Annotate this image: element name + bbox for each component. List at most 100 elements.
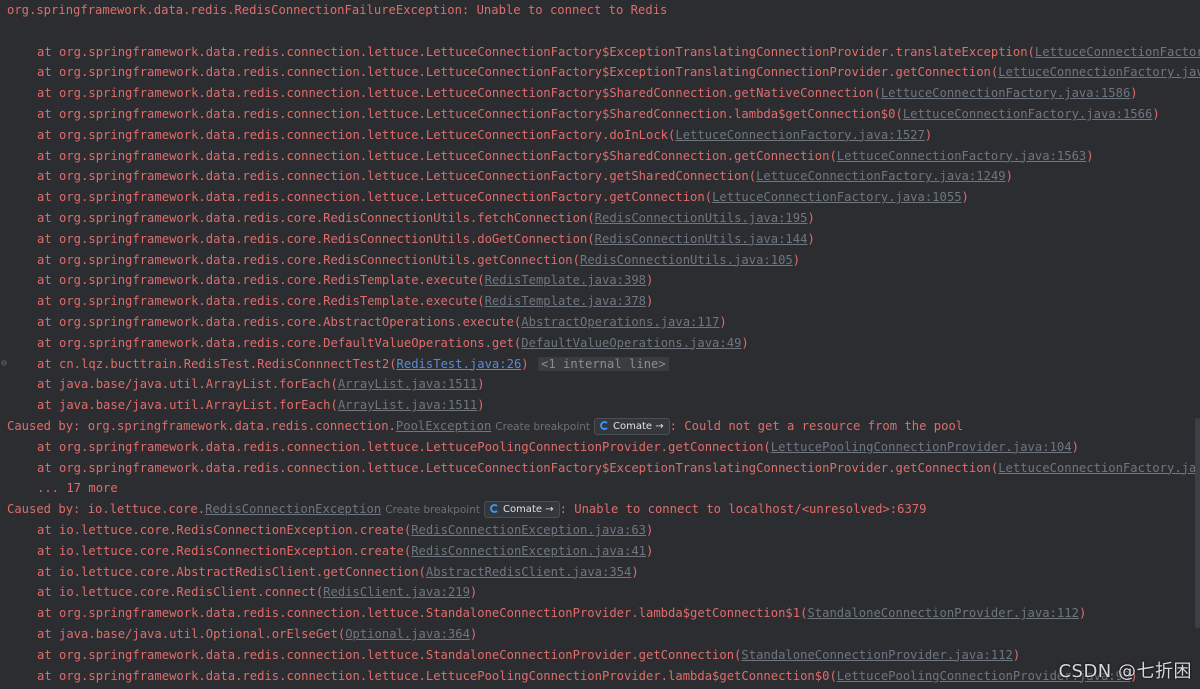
stack-frame-line: at org.springframework.data.redis.connec… bbox=[7, 458, 1200, 478]
source-link[interactable]: LettuceConnectionFactory.java:1734 bbox=[998, 461, 1200, 475]
source-link[interactable]: RedisConnectionException.java:41 bbox=[411, 544, 646, 558]
frame-suffix: ) bbox=[646, 543, 654, 558]
frame-method: at org.springframework.data.redis.core.R… bbox=[37, 252, 580, 267]
stack-frame-line: at io.lettuce.core.RedisConnectionExcept… bbox=[7, 541, 1200, 561]
frame-suffix: ) bbox=[961, 190, 969, 205]
stack-frame-line: at org.springframework.data.redis.core.R… bbox=[7, 270, 1200, 290]
source-link[interactable]: ArrayList.java:1511 bbox=[338, 377, 477, 391]
watermark: CSDN @七折困 bbox=[1058, 661, 1192, 682]
fold-gutter-icon[interactable]: ⊖ bbox=[1, 357, 7, 371]
exception-class-link[interactable]: PoolException bbox=[396, 419, 491, 433]
comate-button[interactable]: Comate → bbox=[594, 418, 670, 435]
source-link[interactable]: LettuceConnectionFactory.java:1586 bbox=[881, 86, 1130, 100]
exception-class-link[interactable]: RedisConnectionException bbox=[205, 502, 381, 516]
frame-method: at org.springframework.data.redis.core.A… bbox=[37, 315, 522, 329]
frame-suffix: ) bbox=[646, 294, 654, 309]
source-link[interactable]: RedisConnectionUtils.java:144 bbox=[595, 232, 808, 246]
console-output[interactable]: org.springframework.data.redis.RedisConn… bbox=[0, 0, 1200, 689]
stack-frame-line: at io.lettuce.core.RedisClient.connect(R… bbox=[7, 582, 1200, 602]
frame-suffix: ) bbox=[719, 315, 727, 329]
source-link[interactable]: RedisTemplate.java:378 bbox=[485, 294, 646, 308]
stack-frame-line: at org.springframework.data.redis.connec… bbox=[7, 42, 1200, 62]
stack-frame-line: at io.lettuce.core.AbstractRedisClient.g… bbox=[7, 562, 1200, 582]
source-link[interactable]: LettuceConnectionFactory.java:1805 bbox=[1035, 45, 1200, 59]
source-link[interactable]: RedisConnectionUtils.java:105 bbox=[580, 253, 793, 267]
stack-frame-line: at java.base/java.util.Optional.orElseGe… bbox=[7, 624, 1200, 644]
frame-suffix: ) bbox=[792, 252, 801, 267]
stack-frame-line: at org.springframework.data.redis.core.R… bbox=[7, 250, 1200, 270]
source-link[interactable]: LettuceConnectionFactory.java:1563 bbox=[837, 149, 1086, 163]
frame-method: at java.base/java.util.ArrayList.forEach… bbox=[37, 398, 338, 413]
frame-suffix: ) bbox=[477, 377, 485, 392]
stack-frame-line: at org.springframework.data.redis.connec… bbox=[7, 83, 1200, 103]
more-frames-text[interactable]: ... 17 more bbox=[37, 481, 118, 495]
frame-suffix: ) bbox=[521, 356, 529, 371]
frame-method: at org.springframework.data.redis.connec… bbox=[37, 127, 676, 142]
cause-prefix: Caused by: io.lettuce.core. bbox=[7, 502, 206, 517]
frame-method: at java.base/java.util.ArrayList.forEach… bbox=[37, 377, 338, 392]
cause-message: : Unable to connect to localhost/<unreso… bbox=[559, 502, 927, 517]
comate-icon bbox=[489, 504, 499, 514]
source-link[interactable]: DefaultValueOperations.java:49 bbox=[521, 336, 741, 350]
stack-frame-line: at org.springframework.data.redis.connec… bbox=[7, 603, 1200, 623]
stack-frame-line: at cn.lqz.bucttrain.RedisTest.RedisConnn… bbox=[7, 354, 1200, 374]
frame-method: at org.springframework.data.redis.connec… bbox=[37, 668, 837, 683]
stack-frame-line: at org.springframework.data.redis.connec… bbox=[7, 62, 1200, 82]
source-link[interactable]: Optional.java:364 bbox=[345, 627, 470, 641]
frame-suffix: ) bbox=[1086, 148, 1094, 163]
stack-frame-line: at org.springframework.data.redis.core.R… bbox=[7, 229, 1200, 249]
source-link[interactable]: RedisConnectionUtils.java:195 bbox=[595, 211, 808, 225]
scrollbar-thumb[interactable] bbox=[1195, 418, 1200, 628]
frame-method: at org.springframework.data.redis.core.R… bbox=[37, 231, 595, 246]
frame-suffix: ) bbox=[807, 211, 815, 225]
stack-frame-line: at org.springframework.data.redis.connec… bbox=[7, 166, 1200, 186]
frame-method: at org.springframework.data.redis.connec… bbox=[37, 107, 903, 121]
source-link[interactable]: StandaloneConnectionProvider.java:112 bbox=[807, 606, 1079, 620]
frame-suffix: ) bbox=[1071, 439, 1079, 454]
source-link[interactable]: LettuceConnectionFactory.java:1249 bbox=[756, 169, 1005, 183]
stack-frame-line: at org.springframework.data.redis.connec… bbox=[7, 146, 1200, 166]
stack-frame-line: at java.base/java.util.ArrayList.forEach… bbox=[7, 395, 1200, 415]
more-frames-line: ... 17 more bbox=[7, 478, 1200, 498]
frame-method: at io.lettuce.core.RedisConnectionExcept… bbox=[37, 523, 412, 537]
source-link[interactable]: RedisConnectionException.java:63 bbox=[411, 523, 646, 537]
frame-method: at org.springframework.data.redis.core.R… bbox=[37, 273, 485, 288]
source-link[interactable]: RedisClient.java:219 bbox=[323, 585, 470, 599]
source-link[interactable]: LettuceConnectionFactory.java:1566 bbox=[903, 107, 1152, 121]
frame-method: at io.lettuce.core.RedisConnectionExcept… bbox=[37, 543, 412, 558]
frame-method: at org.springframework.data.redis.core.R… bbox=[37, 211, 595, 225]
frame-method: at org.springframework.data.redis.connec… bbox=[37, 86, 881, 101]
stack-frame-line: at org.springframework.data.redis.connec… bbox=[7, 437, 1200, 457]
frame-method: at io.lettuce.core.AbstractRedisClient.g… bbox=[37, 564, 426, 579]
create-breakpoint-button[interactable]: Create breakpoint bbox=[495, 421, 590, 433]
source-link[interactable]: ArrayList.java:1511 bbox=[338, 398, 477, 412]
comate-icon bbox=[600, 421, 610, 430]
create-breakpoint-button[interactable]: Create breakpoint bbox=[385, 504, 480, 516]
stack-frame-line: at org.springframework.data.redis.core.A… bbox=[7, 312, 1200, 332]
source-link[interactable]: RedisTest.java:26 bbox=[397, 357, 522, 371]
source-link[interactable]: AbstractOperations.java:117 bbox=[521, 315, 719, 329]
stack-frame-line: at org.springframework.data.redis.connec… bbox=[7, 187, 1200, 207]
frame-suffix: ) bbox=[646, 523, 654, 537]
frame-method: at org.springframework.data.redis.connec… bbox=[37, 44, 1035, 59]
source-link[interactable]: StandaloneConnectionProvider.java:112 bbox=[741, 648, 1013, 662]
frame-method: at org.springframework.data.redis.connec… bbox=[37, 190, 713, 205]
source-link[interactable]: LettuceConnectionFactory.java:1527 bbox=[675, 128, 924, 142]
source-link[interactable]: AbstractRedisClient.java:354 bbox=[426, 565, 631, 579]
internal-lines-fold[interactable]: <1 internal line> bbox=[537, 356, 669, 371]
caused-by-line: Caused by: io.lettuce.core.RedisConnecti… bbox=[7, 499, 1200, 519]
frame-suffix: ) bbox=[1078, 606, 1087, 621]
stack-frame-line: at org.springframework.data.redis.core.D… bbox=[7, 333, 1200, 353]
stack-frame-line: at java.base/java.util.ArrayList.forEach… bbox=[7, 374, 1200, 394]
source-link[interactable]: RedisTemplate.java:398 bbox=[485, 273, 646, 287]
cause-message: : Could not get a resource from the pool bbox=[669, 419, 964, 433]
source-link[interactable]: LettuceConnectionFactory.java:1055 bbox=[712, 190, 961, 204]
comate-button[interactable]: Comate → bbox=[483, 501, 560, 519]
frame-suffix: ) bbox=[1152, 107, 1160, 121]
frame-suffix: ) bbox=[1005, 169, 1013, 184]
stack-frame-line: at org.springframework.data.redis.core.R… bbox=[7, 291, 1200, 311]
source-link[interactable]: LettucePoolingConnectionProvider.java:10… bbox=[771, 440, 1072, 454]
source-link[interactable]: LettuceConnectionFactory.java:1736 bbox=[998, 65, 1200, 79]
frame-method: at org.springframework.data.redis.connec… bbox=[37, 65, 999, 80]
frame-method: at org.springframework.data.redis.connec… bbox=[37, 647, 742, 662]
